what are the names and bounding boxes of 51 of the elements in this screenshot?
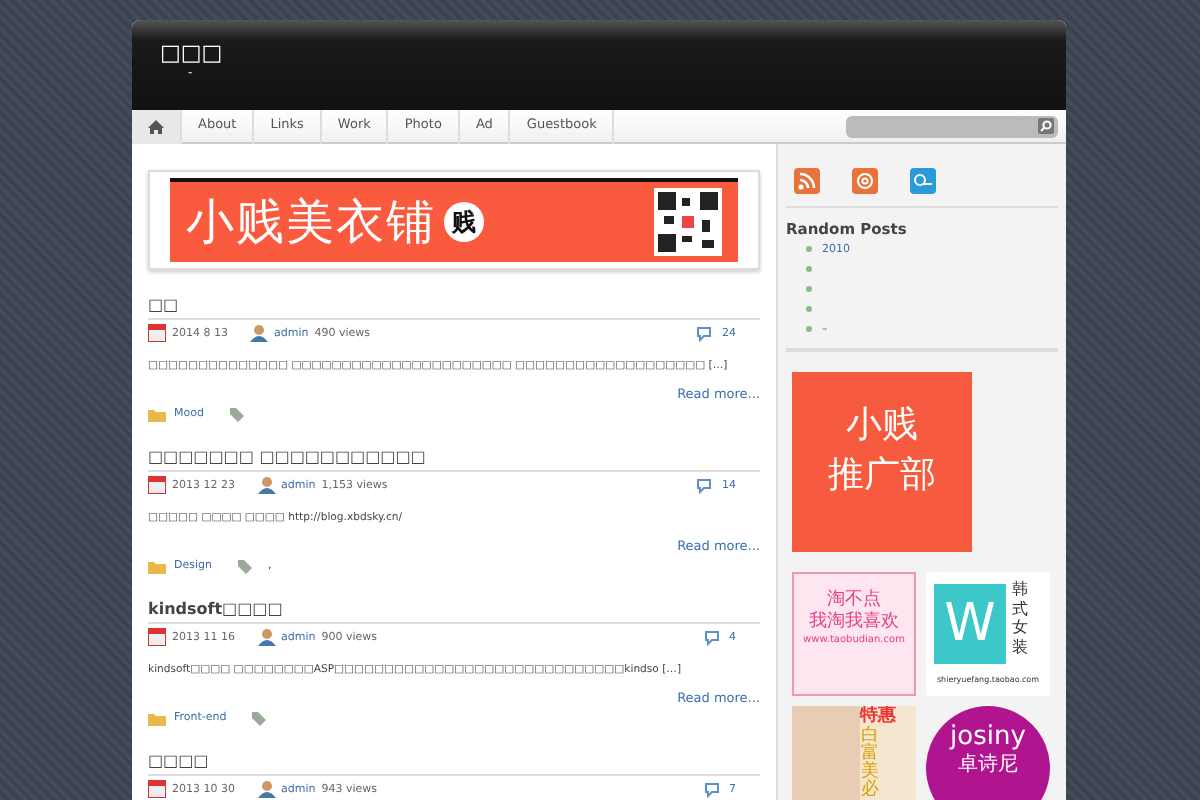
- site-title[interactable]: □□□: [160, 42, 1038, 64]
- bullet-icon: [806, 325, 812, 332]
- calendar-icon: [148, 628, 166, 646]
- user-icon: [257, 628, 275, 646]
- search-icon: [1038, 118, 1054, 134]
- home-icon: [148, 119, 164, 133]
- photo-placeholder: [792, 706, 860, 800]
- bullet-icon: [806, 305, 812, 312]
- user-icon: [257, 780, 275, 798]
- user-icon: [257, 476, 275, 494]
- rss-icon[interactable]: [794, 168, 820, 194]
- ad-text: 韩式女装: [1010, 580, 1030, 660]
- ad-text: 我淘我喜欢: [807, 611, 901, 634]
- qr-code-icon: [658, 192, 718, 252]
- banner-badge: 贱: [444, 202, 484, 242]
- bullet-icon: [806, 285, 812, 292]
- banner-text: 小贱美衣铺: [186, 198, 436, 246]
- ad-text: 卓诗尼: [956, 753, 1020, 778]
- bullet-icon: [806, 245, 812, 252]
- email-icon[interactable]: [852, 168, 878, 194]
- promo-banner[interactable]: 小贱 推广部: [792, 372, 972, 552]
- promo-text: 推广部: [826, 452, 938, 501]
- bullet-icon: [806, 265, 812, 272]
- speech-bubble-icon: [696, 477, 716, 493]
- tag-icon: [227, 406, 244, 422]
- tag-icon: [250, 710, 267, 726]
- ad-text: 白富美必: [860, 727, 880, 800]
- calendar-icon: [148, 476, 166, 494]
- calendar-icon: [148, 324, 166, 342]
- banner-ad[interactable]: 小贱美衣铺 贱: [148, 170, 760, 270]
- speech-bubble-icon: [703, 629, 723, 645]
- promo-text: 小贱: [844, 402, 920, 450]
- post-title[interactable]: □□: [148, 296, 760, 320]
- post-title[interactable]: □□□□□□□ □□□□□□□□□□□: [148, 448, 760, 472]
- home-link[interactable]: [132, 109, 182, 143]
- tag-icon: [236, 558, 252, 574]
- post-title[interactable]: kindsoft□□□□: [148, 600, 760, 624]
- post-title[interactable]: □□□□: [148, 752, 760, 776]
- chat-icon[interactable]: [910, 168, 936, 194]
- folder-icon: [148, 711, 166, 725]
- ad-text: 淘不点: [825, 590, 883, 611]
- speech-bubble-icon: [696, 325, 716, 341]
- speech-bubble-icon: [703, 781, 723, 797]
- calendar-icon: [148, 780, 166, 798]
- ad-text: josiny: [947, 722, 1028, 753]
- folder-icon: [148, 407, 166, 421]
- logo-mark: W: [934, 584, 1006, 664]
- folder-icon: [148, 559, 166, 573]
- user-icon: [250, 324, 268, 342]
- ad-banner[interactable]: josiny 卓诗尼: [926, 706, 1050, 800]
- search-field[interactable]: [846, 115, 1058, 137]
